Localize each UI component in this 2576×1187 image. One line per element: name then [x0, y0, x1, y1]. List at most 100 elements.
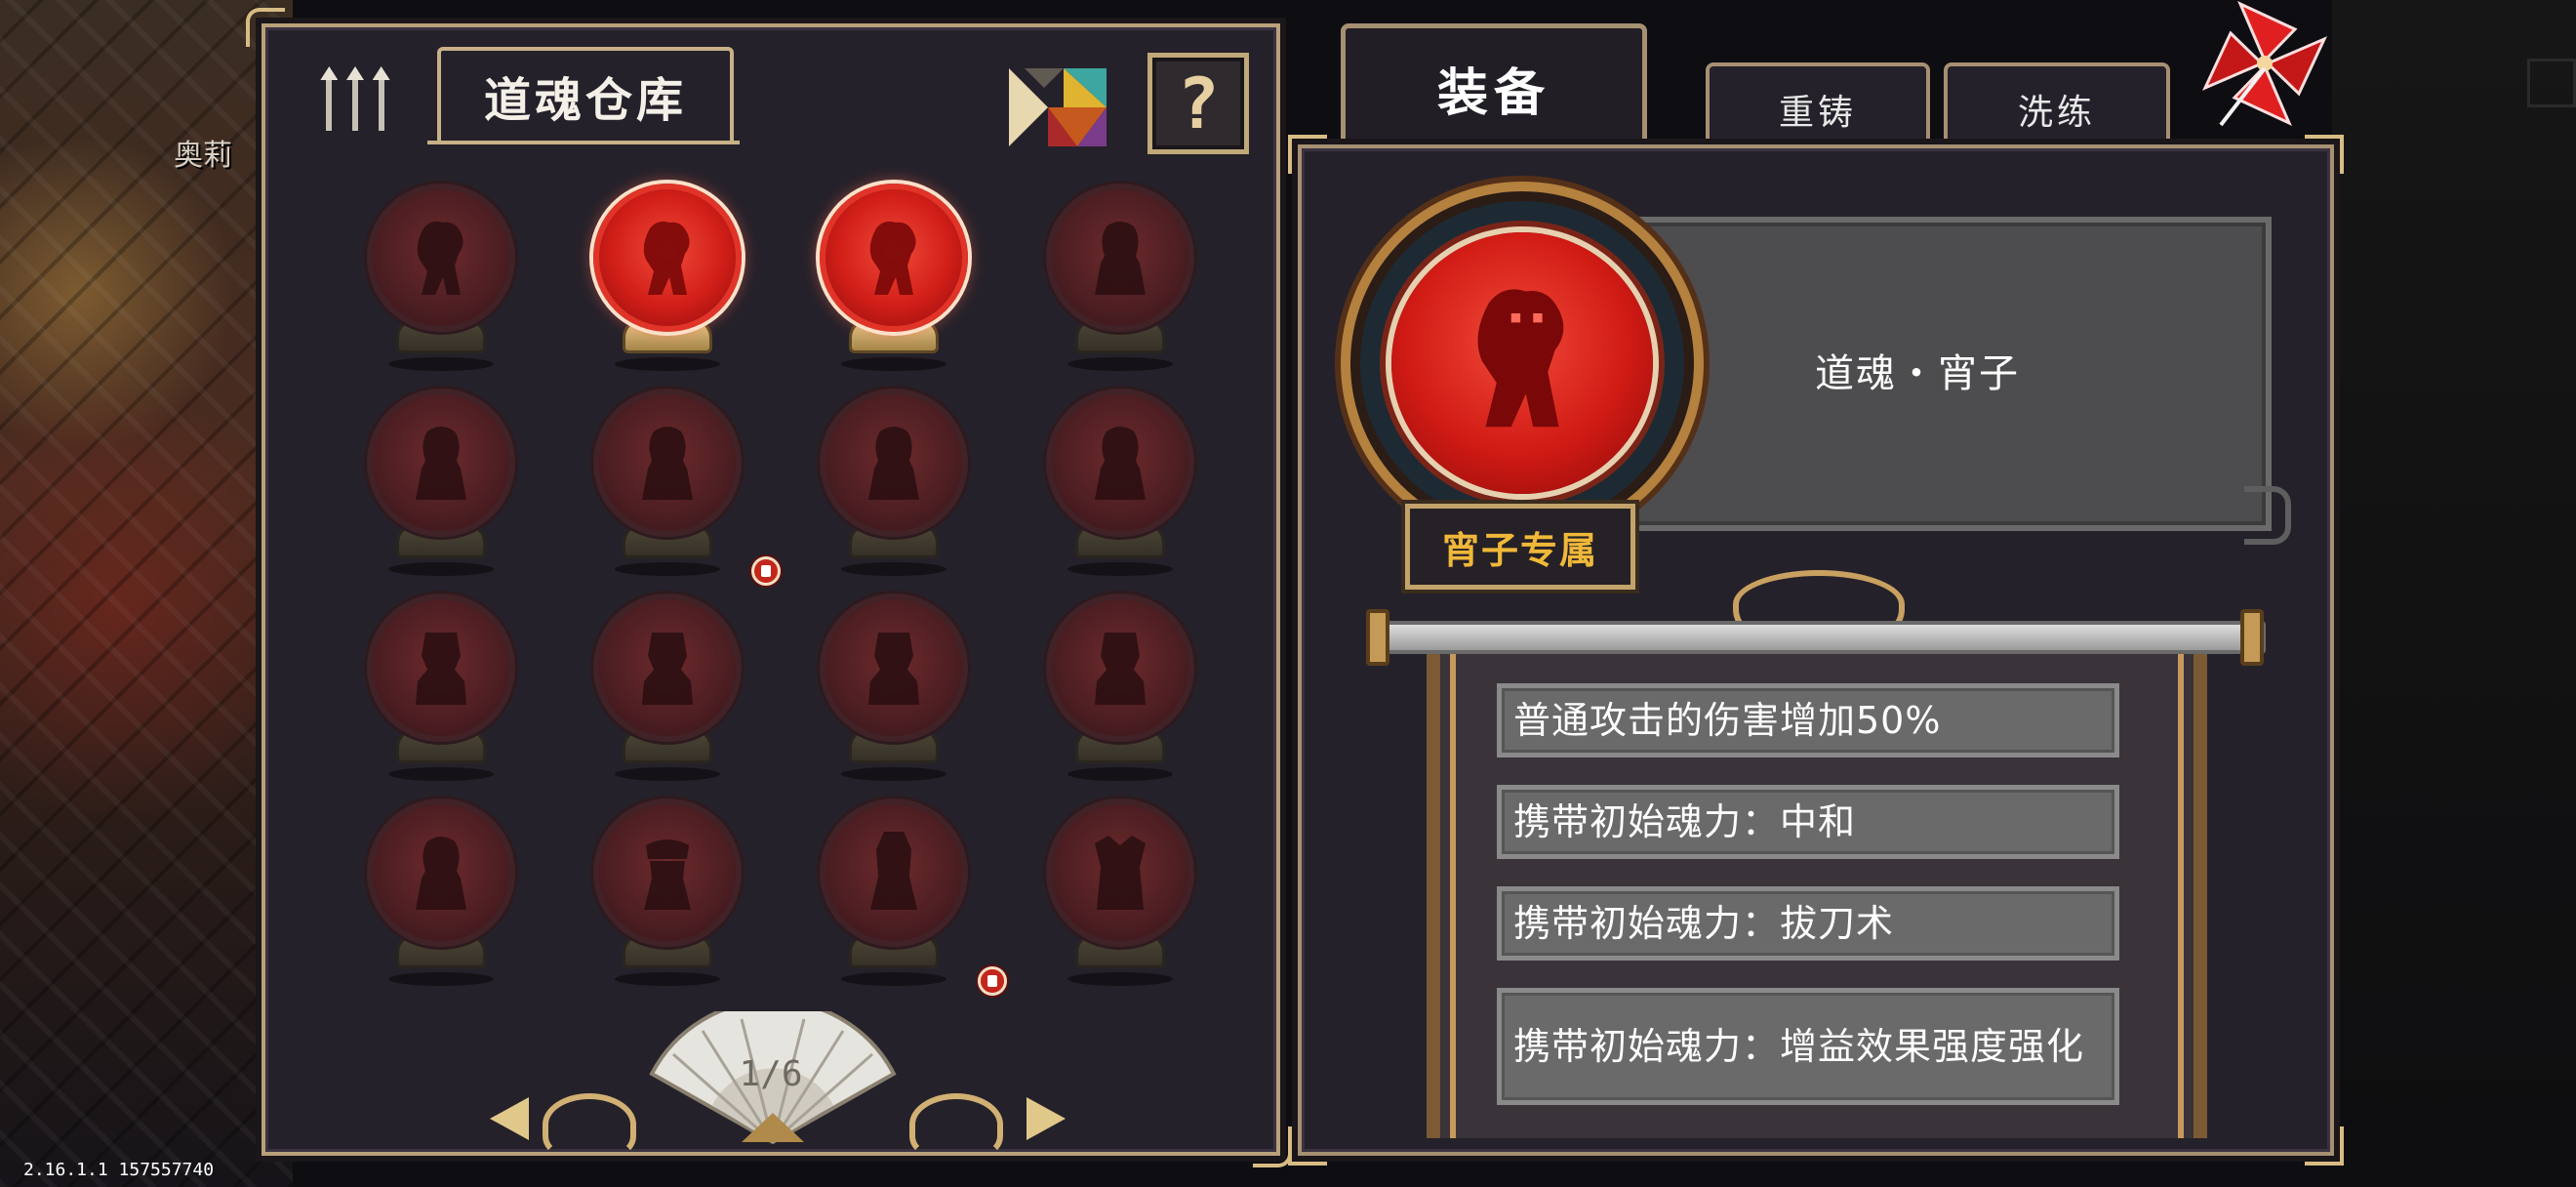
scroll-rod-cap-left	[1366, 609, 1389, 666]
tangram-icon[interactable]	[1005, 62, 1110, 152]
soul-orb	[593, 389, 742, 537]
pinwheel-close-icon[interactable]	[2201, 0, 2328, 127]
corner-ornament	[1288, 1126, 1327, 1166]
orb-stand-shadow	[841, 972, 946, 986]
lion-portrait-icon	[417, 221, 463, 295]
background-scene-right	[2332, 0, 2576, 1187]
soul-orb-slot[interactable]	[550, 184, 777, 389]
tab-refine-label: 洗练	[2017, 93, 2096, 133]
lion-portrait-icon	[643, 221, 690, 295]
tab-recast-label: 重铸	[1778, 93, 1857, 133]
background-ghost-icon	[2527, 59, 2576, 107]
soul-orb-slot[interactable]	[1003, 594, 1229, 798]
orb-stand-shadow	[615, 767, 720, 781]
orb-stand-shadow	[841, 767, 946, 781]
soul-orb	[593, 798, 742, 947]
tab-equip[interactable]: 装备	[1341, 23, 1647, 148]
orb-stand-shadow	[1067, 767, 1173, 781]
effect-row: 携带初始魂力：拔刀术	[1497, 886, 2119, 961]
maiden-portrait-icon	[416, 837, 466, 910]
equipped-soul-orb[interactable]	[1391, 232, 1653, 494]
soul-orb-slot[interactable]	[550, 389, 781, 594]
orb-stand-shadow	[841, 562, 946, 576]
knight-portrait-icon	[870, 832, 917, 910]
soul-orb-slot[interactable]	[777, 184, 1003, 389]
orb-stand-shadow	[1067, 562, 1173, 576]
maiden-portrait-icon	[1095, 222, 1146, 295]
soul-orb	[1046, 389, 1194, 537]
warrior-portrait-icon	[868, 633, 919, 705]
soul-orb	[593, 594, 742, 742]
bandana-portrait-icon	[644, 839, 691, 910]
scroll-ornament-left	[543, 1093, 636, 1156]
soul-orb-slot[interactable]	[550, 594, 777, 798]
soul-orb	[593, 184, 742, 332]
lion-warrior-icon	[1477, 289, 1564, 428]
soul-orb	[367, 184, 515, 332]
orb-stand-shadow	[388, 357, 494, 371]
soul-orb-slot[interactable]	[324, 389, 550, 594]
beast-portrait-icon	[1095, 836, 1146, 910]
background-pattern	[0, 0, 293, 1187]
warrior-portrait-icon	[642, 633, 693, 705]
scroll-rod	[1370, 621, 2266, 654]
orb-stand-shadow	[615, 972, 720, 986]
tab-recast[interactable]: 重铸	[1706, 62, 1930, 152]
soul-orb-slot[interactable]	[1003, 184, 1229, 389]
exclusive-badge-label: 宵子专属	[1441, 528, 1598, 572]
orb-stand-shadow	[1067, 972, 1173, 986]
soul-orb-slot[interactable]	[550, 798, 777, 1003]
soul-orb	[1046, 594, 1194, 742]
exclusive-badge: 宵子专属	[1405, 504, 1635, 590]
version-label: 2.16.1.1 157557740	[23, 1160, 215, 1180]
banner-tail-ornament	[2244, 486, 2291, 545]
warrior-portrait-icon	[416, 633, 466, 705]
prev-page-button[interactable]	[490, 1097, 529, 1140]
soul-orb	[820, 798, 968, 947]
maiden-portrait-icon	[868, 427, 919, 500]
orb-stand-shadow	[388, 767, 494, 781]
soul-orb-slot[interactable]	[1003, 389, 1229, 594]
orb-stand-shadow	[841, 357, 946, 371]
soul-orb	[1046, 798, 1194, 947]
corner-ornament	[246, 8, 285, 47]
soul-orb-slot[interactable]	[777, 798, 1007, 1003]
effect-text: 携带初始魂力：增益效果强度强化	[1513, 1025, 2085, 1068]
help-button[interactable]: ?	[1147, 53, 1249, 154]
soul-orb-slot[interactable]	[777, 389, 1003, 594]
lion-portrait-icon	[869, 221, 916, 295]
orb-stand-shadow	[615, 562, 720, 576]
maiden-portrait-icon	[416, 427, 466, 500]
soul-orb-slot[interactable]	[1003, 798, 1229, 1003]
orb-stand-shadow	[388, 562, 494, 576]
soul-orb	[367, 798, 515, 947]
background-scene-left	[0, 0, 293, 1187]
soul-warehouse-panel: 道魂仓库 ? 1/6	[246, 8, 1292, 1167]
orb-stand-shadow	[1067, 357, 1173, 371]
orb-stand-shadow	[615, 357, 720, 371]
warehouse-title-tab: 道魂仓库	[427, 47, 740, 144]
soul-orb-slot[interactable]	[777, 594, 1003, 798]
tab-refine[interactable]: 洗练	[1944, 62, 2170, 152]
page-navigator: 1/6	[480, 1003, 1066, 1160]
scroll-rod-cap-right	[2240, 609, 2264, 666]
effect-row: 普通攻击的伤害增加50%	[1497, 683, 2119, 757]
warehouse-title: 道魂仓库	[483, 73, 687, 128]
effect-row: 携带初始魂力：增益效果强度强化	[1497, 988, 2119, 1105]
corner-ornament	[2305, 1126, 2344, 1166]
soul-orb	[1046, 184, 1194, 332]
page-indicator: 1/6	[739, 1054, 803, 1094]
question-mark-icon: ?	[1177, 62, 1220, 144]
soul-orb-slot[interactable]	[324, 184, 550, 389]
effect-text: 普通攻击的伤害增加50%	[1513, 699, 1942, 742]
scroll-ornament-right	[909, 1093, 1003, 1156]
soul-orb	[367, 389, 515, 537]
soul-orb-slot[interactable]	[324, 594, 550, 798]
soul-orb	[820, 594, 968, 742]
corner-ornament	[2305, 135, 2344, 174]
soul-orb-grid	[324, 184, 1229, 1003]
next-page-button[interactable]	[1026, 1097, 1066, 1140]
background-character-name: 奥莉	[174, 139, 232, 173]
effect-text: 携带初始魂力：拔刀术	[1513, 902, 1895, 945]
soul-orb-slot[interactable]	[324, 798, 550, 1003]
